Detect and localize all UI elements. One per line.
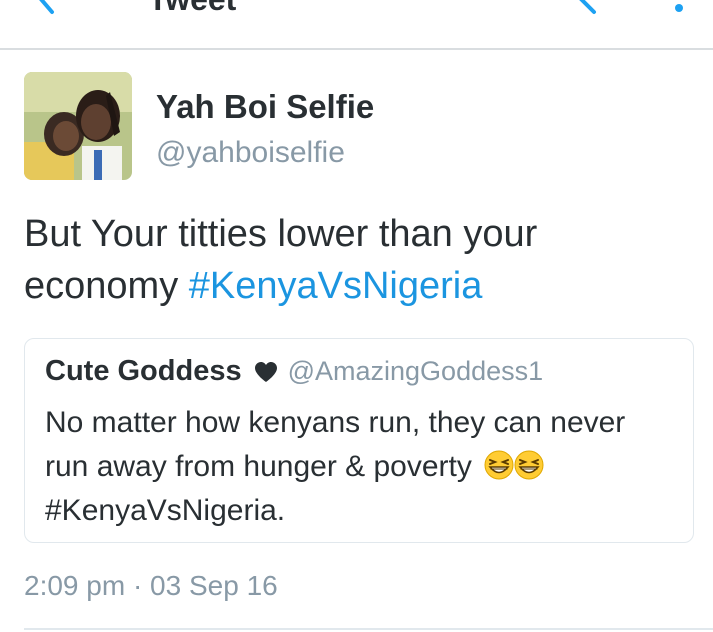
tweet-text-line-1: But Your titties lower than your [24,213,538,255]
author-name[interactable]: Yah Boi Selfie [156,88,374,126]
quoted-author-handle: @AmazingGoddess1 [287,356,544,386]
hashtag-link[interactable]: #KenyaVsNigeria [189,265,483,307]
more-vertical-icon[interactable] [672,0,686,14]
tweet-timestamp: 2:09 pm · 03 Sep 16 [24,570,278,601]
quoted-author-name: Cute Goddess [45,355,242,387]
quoted-tweet-text: No matter how kenyans run, they can neve… [45,401,685,533]
quoted-text-line-2-text: run away from hunger & poverty [45,450,472,483]
avatar-image [24,72,132,180]
app-bar: Tweet [0,0,713,50]
author-handle[interactable]: @yahboiselfie [156,136,345,170]
avatar[interactable] [24,72,132,180]
quoted-text-line-2: run away from hunger & poverty [45,445,685,489]
quoted-tweet-header: Cute Goddess @AmazingGoddess1 [45,355,543,388]
share-icon[interactable] [566,0,606,18]
tweet-text-line-2: economy #KenyaVsNigeria [24,260,694,312]
tweet-text-prefix: economy [24,265,189,307]
page-title: Tweet [148,0,236,15]
quoted-text-line-1: No matter how kenyans run, they can neve… [45,406,626,439]
tweet-text: But Your titties lower than your economy… [24,208,694,312]
back-arrow-icon[interactable] [28,0,68,18]
divider [24,628,713,630]
grinning-squinting-face-emoji-icon [514,450,544,480]
grinning-squinting-face-emoji-icon [484,450,514,480]
quoted-text-line-3: #KenyaVsNigeria. [45,494,286,527]
quoted-tweet-card[interactable]: Cute Goddess @AmazingGoddess1 No matter … [24,338,694,543]
heart-icon [254,361,277,382]
